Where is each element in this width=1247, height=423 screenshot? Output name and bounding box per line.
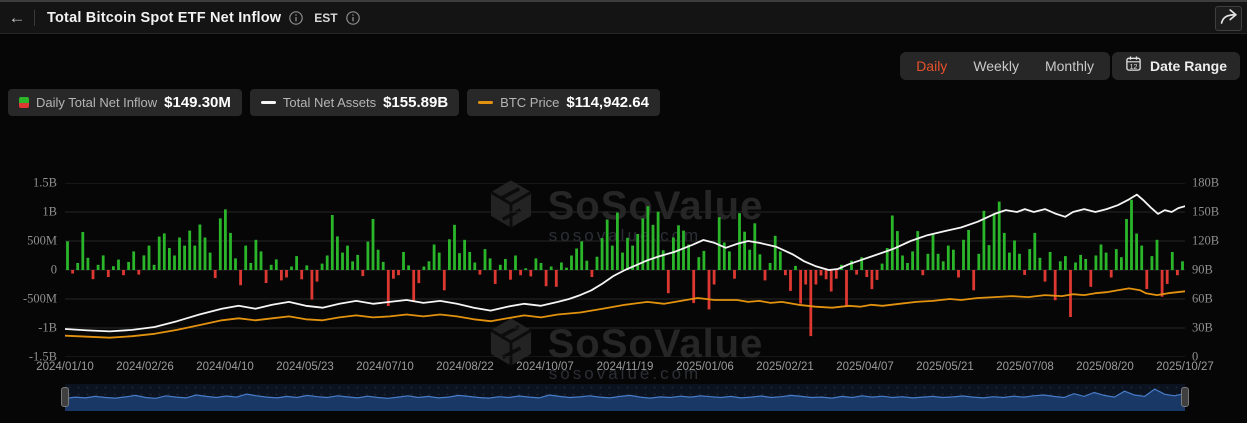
x-axis: 2024/01/102024/02/262024/04/102024/05/23… xyxy=(65,361,1185,377)
legend-value: $149.30M xyxy=(164,94,231,111)
legend-label: Daily Total Net Inflow xyxy=(36,95,157,110)
page-title: Total Bitcoin Spot ETF Net Inflow xyxy=(47,10,281,26)
period-monthly[interactable]: Monthly xyxy=(1045,58,1094,74)
bar-series-swatch-icon xyxy=(19,97,29,108)
x-axis-label: 2024/01/10 xyxy=(36,361,94,373)
chart-legend: Daily Total Net Inflow $149.30M Total Ne… xyxy=(8,89,660,116)
calendar-icon: 12 xyxy=(1125,55,1142,77)
chart-canvas[interactable] xyxy=(65,183,1185,357)
x-axis-label: 2024/02/26 xyxy=(116,361,174,373)
x-axis-label: 2025/05/21 xyxy=(916,361,974,373)
date-range-button[interactable]: 12 Date Range xyxy=(1112,52,1240,80)
timezone-info-icon[interactable] xyxy=(345,10,361,26)
right-y-axis: 180B150B120B90B60B30B0 xyxy=(1192,183,1244,357)
right-axis-label: 150B xyxy=(1192,205,1219,220)
x-axis-label: 2025/01/06 xyxy=(676,361,734,373)
x-axis-label: 2024/11/19 xyxy=(597,361,654,373)
x-axis-label: 2024/10/07 xyxy=(516,361,574,373)
right-axis-label: 120B xyxy=(1192,234,1219,249)
legend-item-btc-price[interactable]: BTC Price $114,942.64 xyxy=(467,89,660,116)
x-axis-label: 2024/04/10 xyxy=(196,361,254,373)
x-axis-label: 2025/10/27 xyxy=(1156,361,1214,373)
left-axis-label: -500M xyxy=(23,292,57,307)
period-weekly[interactable]: Weekly xyxy=(973,58,1019,74)
legend-label: Total Net Assets xyxy=(283,95,376,110)
right-axis-label: 60B xyxy=(1192,292,1213,307)
period-daily[interactable]: Daily xyxy=(916,58,947,74)
x-axis-label: 2025/04/07 xyxy=(836,361,894,373)
period-selector: Daily Weekly Monthly xyxy=(900,52,1110,80)
left-axis-label: 0 xyxy=(51,263,57,278)
legend-label: BTC Price xyxy=(500,95,559,110)
x-axis-label: 2025/02/21 xyxy=(756,361,814,373)
x-axis-label: 2025/07/08 xyxy=(996,361,1054,373)
left-axis-label: 500M xyxy=(27,234,57,249)
left-axis-label: 1.5B xyxy=(33,176,57,191)
top-bar: ← Total Bitcoin Spot ETF Net Inflow EST xyxy=(0,0,1247,34)
left-axis-label: 1B xyxy=(42,205,57,220)
timezone-label: EST xyxy=(314,11,337,25)
legend-item-net-inflow[interactable]: Daily Total Net Inflow $149.30M xyxy=(8,89,242,116)
x-axis-label: 2025/08/20 xyxy=(1076,361,1134,373)
date-range-label: Date Range xyxy=(1150,58,1227,74)
divider xyxy=(34,10,35,26)
legend-value: $155.89B xyxy=(383,94,448,111)
x-axis-label: 2024/08/22 xyxy=(436,361,494,373)
right-axis-label: 90B xyxy=(1192,263,1213,278)
x-axis-label: 2024/07/10 xyxy=(356,361,414,373)
legend-value: $114,942.64 xyxy=(566,94,649,111)
line-series-swatch-icon xyxy=(261,101,276,104)
x-axis-label: 2024/05/23 xyxy=(276,361,334,373)
swatch-negative xyxy=(19,103,29,109)
range-navigator[interactable] xyxy=(65,384,1185,411)
navigator-right-handle[interactable] xyxy=(1181,387,1189,407)
navigator-area-chart xyxy=(65,384,1185,411)
line-series-swatch-icon xyxy=(478,101,493,104)
title-info-icon[interactable] xyxy=(288,10,304,26)
share-icon xyxy=(1219,8,1238,30)
svg-text:12: 12 xyxy=(1130,63,1138,71)
back-button[interactable]: ← xyxy=(0,8,34,28)
right-axis-label: 180B xyxy=(1192,176,1219,191)
navigator-left-handle[interactable] xyxy=(61,387,69,407)
etf-dashboard: ← Total Bitcoin Spot ETF Net Inflow EST … xyxy=(0,0,1247,423)
left-y-axis: 1.5B1B500M0-500M-1B-1.5B xyxy=(0,183,57,357)
left-axis-label: -1B xyxy=(38,321,57,336)
share-button[interactable] xyxy=(1215,6,1242,31)
legend-item-net-assets[interactable]: Total Net Assets $155.89B xyxy=(250,89,459,116)
right-axis-label: 30B xyxy=(1192,321,1213,336)
